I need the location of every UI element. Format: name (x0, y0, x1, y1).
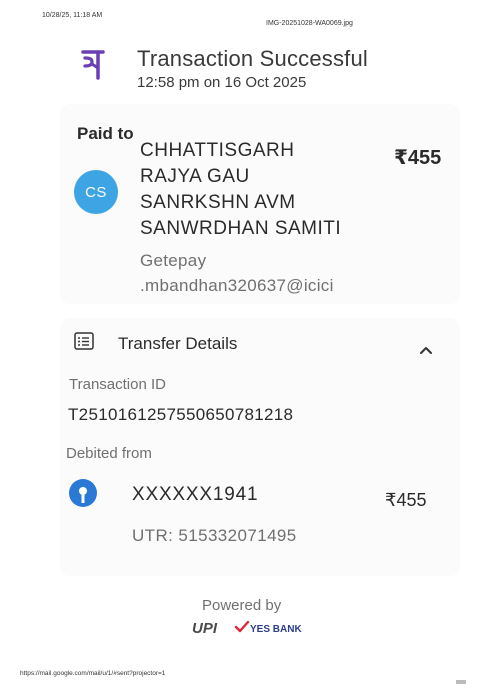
payee-name-line: SANRKSHN AVM (140, 192, 296, 213)
debited-from-label: Debited from (66, 445, 152, 462)
transaction-id-label: Transaction ID (69, 376, 166, 393)
receipt-list-icon (74, 332, 94, 350)
chevron-up-icon[interactable] (419, 345, 433, 355)
debit-amount: ₹455 (385, 490, 427, 510)
sbi-bank-icon (69, 479, 97, 507)
utr-number: UTR: 515332071495 (132, 526, 297, 545)
page-marker (456, 680, 466, 684)
transaction-datetime: 12:58 pm on 16 Oct 2025 (137, 74, 307, 91)
upi-id-line: Getepay (140, 251, 207, 270)
payee-name: CHHATTISGARH RAJYA GAU SANRKSHN AVM SANW… (140, 138, 380, 242)
print-header-filename: IMG-20251028-WA0069.jpg (266, 20, 353, 27)
payee-upi-id: Getepay .mbandhan320637@icici (140, 248, 334, 298)
transaction-id-value: T2510161257550650781218 (68, 405, 294, 424)
print-header-datetime: 10/28/25, 11:18 AM (42, 12, 103, 19)
paid-to-label: Paid to (77, 124, 134, 143)
phonepe-logo-icon (81, 50, 105, 80)
debit-account-number: XXXXXX1941 (132, 484, 259, 505)
transfer-details-title[interactable]: Transfer Details (118, 334, 237, 354)
payee-name-line: RAJYA GAU (140, 166, 250, 187)
avatar: CS (74, 170, 118, 214)
yes-bank-logo: YES BANK (250, 624, 302, 635)
paid-amount: ₹455 (394, 147, 442, 169)
powered-by-label: Powered by (202, 597, 282, 614)
payee-name-line: CHHATTISGARH (140, 140, 295, 161)
checkmark-icon (234, 620, 250, 633)
print-footer-url: https://mail.google.com/mail/u/1/#sent?p… (20, 670, 166, 677)
transaction-status-title: Transaction Successful (137, 46, 369, 71)
payee-name-line: SANWRDHAN SAMITI (140, 218, 342, 239)
upi-logo: UPI (192, 620, 218, 637)
upi-id-line: .mbandhan320637@icici (140, 276, 334, 295)
